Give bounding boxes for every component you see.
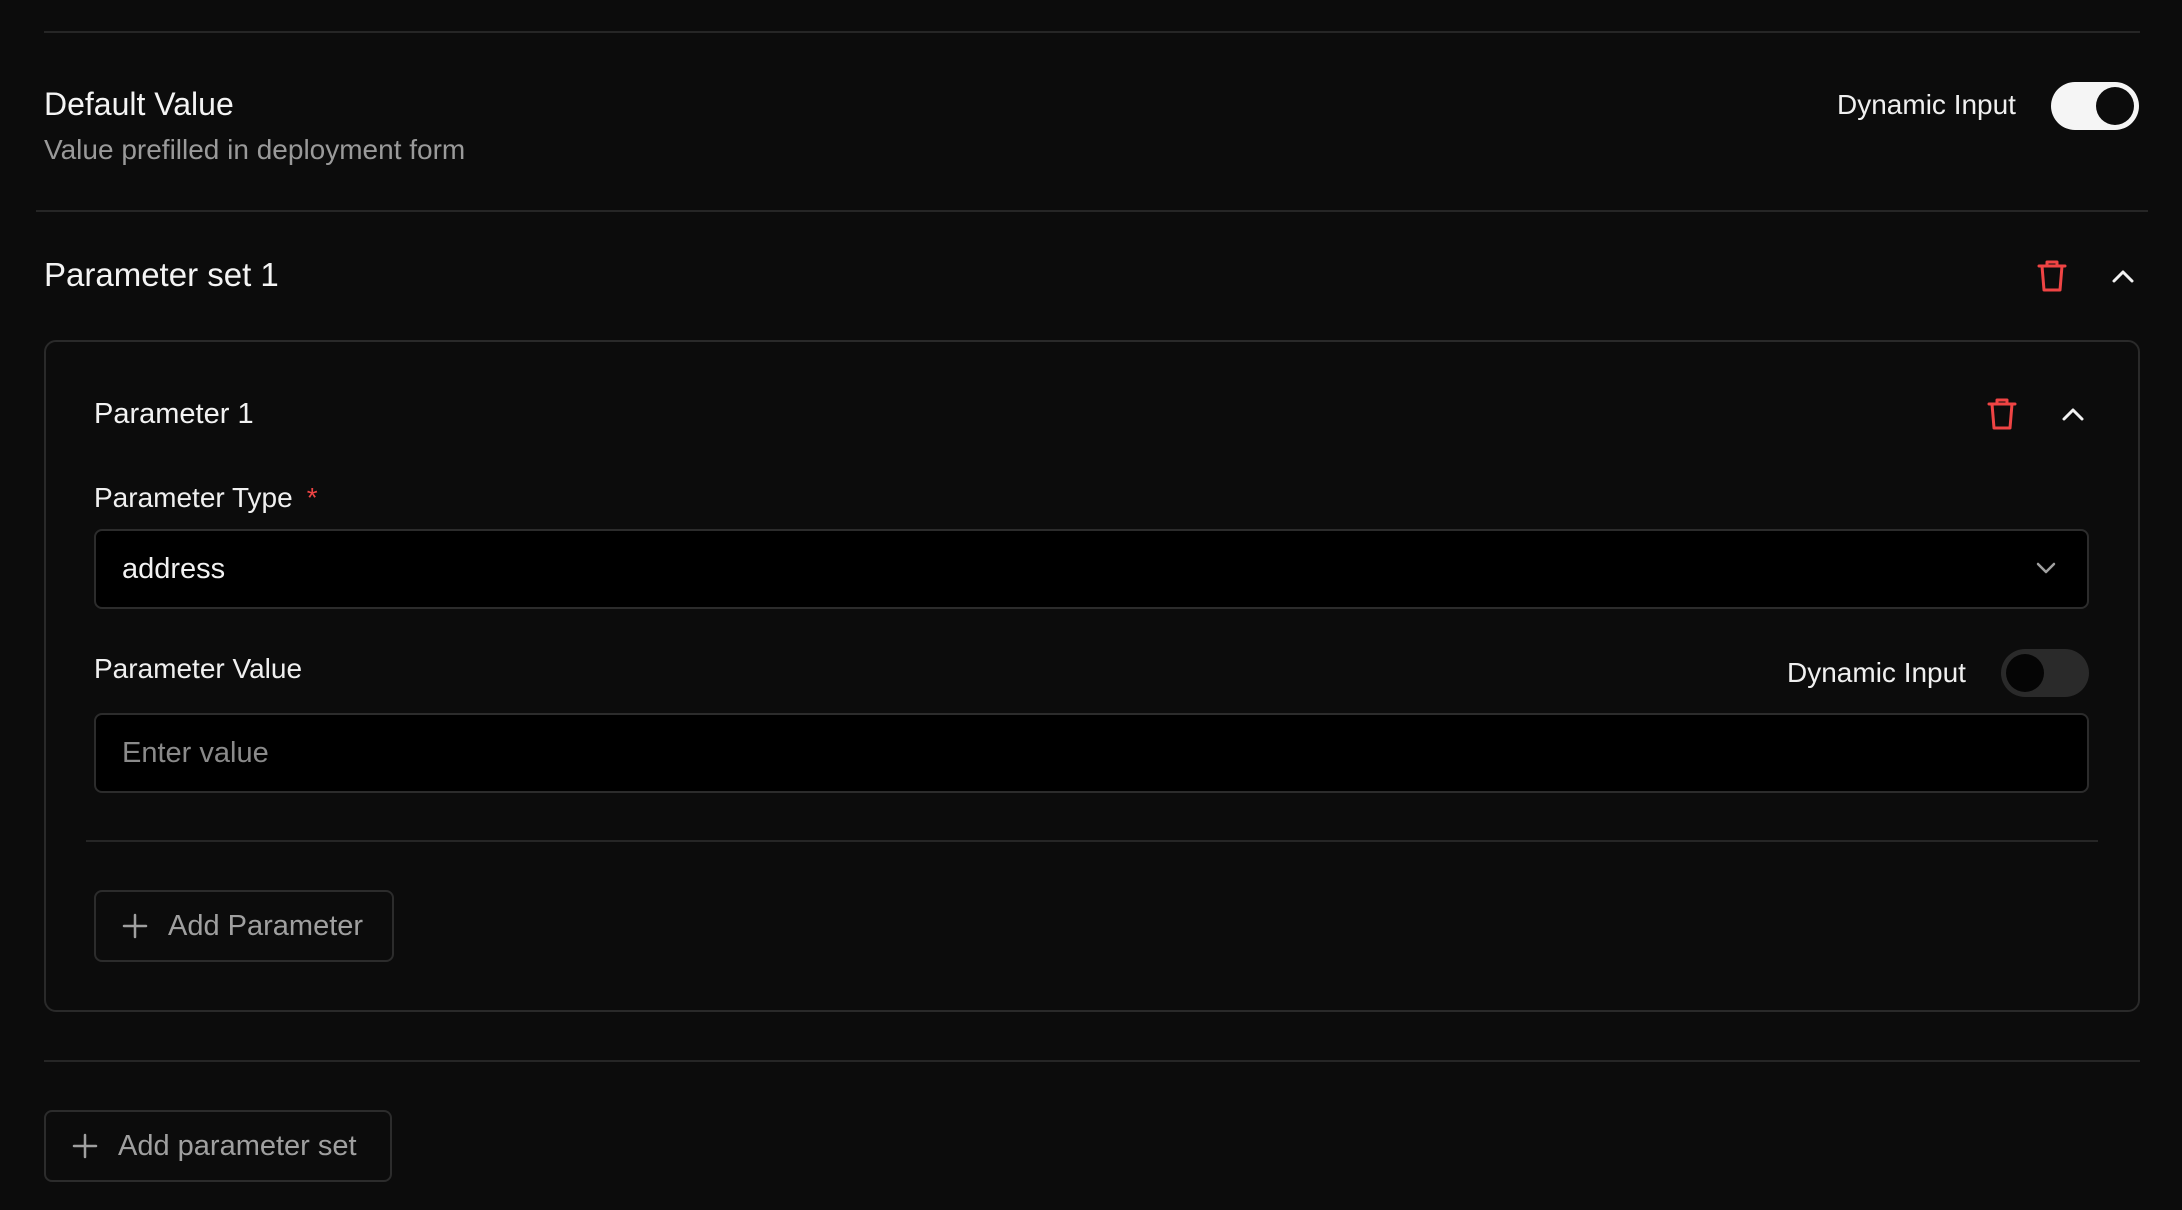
chevron-down-icon <box>2036 562 2056 574</box>
parameter-set-title: Parameter set 1 <box>44 256 279 293</box>
bottom-divider <box>44 1060 2140 1062</box>
parameter-divider <box>86 840 2098 842</box>
parameter-type-label: Parameter Type * <box>94 482 318 514</box>
parameter-type-label-text: Parameter Type <box>94 482 293 513</box>
parameter-value-dynamic-input-label: Dynamic Input <box>1787 657 1966 688</box>
delete-parameter-set-button[interactable] <box>2028 252 2076 300</box>
top-divider <box>44 31 2140 33</box>
parameter-value-input[interactable] <box>94 713 2089 793</box>
default-value-subtitle: Value prefilled in deployment form <box>44 134 466 165</box>
add-parameter-set-button[interactable]: Add parameter set <box>44 1110 392 1182</box>
add-parameter-label: Add Parameter <box>168 909 364 942</box>
section-divider <box>36 210 2148 212</box>
add-parameter-set-label: Add parameter set <box>118 1129 357 1162</box>
toggle-knob <box>2096 87 2134 125</box>
trash-icon <box>2037 260 2067 292</box>
delete-parameter-button[interactable] <box>1978 390 2026 438</box>
required-asterisk: * <box>306 482 318 513</box>
parameter-title: Parameter 1 <box>94 398 254 430</box>
collapse-parameter-set-button[interactable] <box>2099 252 2147 300</box>
trash-icon <box>1987 398 2017 430</box>
toggle-knob <box>2006 654 2044 692</box>
parameter-value-dynamic-input-toggle[interactable] <box>2001 649 2089 697</box>
chevron-up-icon <box>2112 270 2134 283</box>
default-value-dynamic-input-label: Dynamic Input <box>1837 89 2016 120</box>
add-parameter-button[interactable]: Add Parameter <box>94 890 394 962</box>
collapse-parameter-button[interactable] <box>2049 390 2097 438</box>
parameter-type-selected-value: address <box>122 553 226 585</box>
plus-icon <box>72 1133 98 1159</box>
chevron-up-icon <box>2062 408 2084 421</box>
default-value-dynamic-input-toggle[interactable] <box>2051 82 2139 130</box>
plus-icon <box>122 913 148 939</box>
parameter-value-label: Parameter Value <box>94 653 303 684</box>
parameter-type-select[interactable]: address <box>94 529 2089 609</box>
default-value-title: Default Value <box>44 86 234 122</box>
